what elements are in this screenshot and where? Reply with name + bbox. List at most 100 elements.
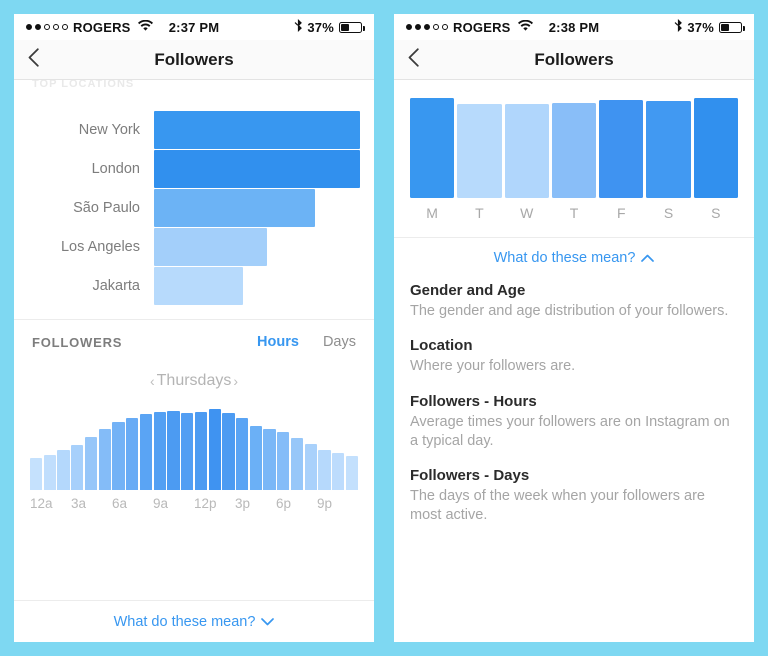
hour-bar xyxy=(290,437,304,490)
hours-tick: 6a xyxy=(112,496,128,511)
location-bar xyxy=(154,110,360,149)
glossary-definition: The gender and age distribution of your … xyxy=(410,303,729,319)
day-selector-label: Thursdays xyxy=(156,372,232,389)
day-selector: ‹ Thursdays › xyxy=(14,358,374,398)
day-bar xyxy=(693,98,738,198)
hour-bar xyxy=(345,455,359,490)
hour-bar xyxy=(126,418,139,490)
hour-bar xyxy=(249,425,262,490)
location-row[interactable]: London xyxy=(28,149,360,188)
location-bar-track xyxy=(154,110,360,149)
hour-bar xyxy=(43,455,56,490)
back-button[interactable] xyxy=(408,48,419,71)
hours-axis-labels: 12a 3a 6a 9a 12p 3p 6p 9p xyxy=(14,490,374,511)
location-label: Los Angeles xyxy=(60,238,140,255)
day-bar xyxy=(504,104,549,198)
location-bar-track xyxy=(154,227,360,266)
location-bar-track xyxy=(154,266,360,305)
what-do-these-mean-button[interactable]: What do these mean? xyxy=(394,238,754,278)
location-row[interactable]: New York xyxy=(28,110,360,149)
tab-days[interactable]: Days xyxy=(323,334,356,350)
followers-tabs: Hours Days xyxy=(257,334,356,350)
hour-bar xyxy=(318,449,331,490)
location-row[interactable]: São Paulo xyxy=(28,188,360,227)
status-right-group: 37% xyxy=(294,19,365,35)
wifi-icon xyxy=(517,19,533,35)
location-bar xyxy=(154,227,268,266)
wifi-icon xyxy=(137,19,153,35)
hour-bar xyxy=(332,453,345,490)
glossary-term: Followers - Days xyxy=(410,467,530,485)
hour-bar xyxy=(139,413,153,490)
glossary-term: Gender and Age xyxy=(410,282,526,299)
location-row[interactable]: Los Angeles xyxy=(28,227,360,266)
day-bar xyxy=(457,104,502,198)
day-bar xyxy=(410,98,455,198)
location-label: London xyxy=(91,160,140,177)
day-bar xyxy=(551,103,597,198)
hours-tick: 9p xyxy=(317,496,333,511)
carrier-label: ROGERS xyxy=(73,19,131,35)
signal-strength-icon xyxy=(26,24,68,30)
hour-bar xyxy=(30,457,43,490)
day-tick: W xyxy=(520,205,534,221)
location-bar xyxy=(154,149,360,188)
battery-percent-label: 37% xyxy=(307,19,334,35)
what-do-these-mean-button[interactable]: What do these mean? xyxy=(14,600,374,642)
screenshot-stage: ROGERS 2:37 PM 37% Followers TOP LOCATIO xyxy=(0,0,768,656)
battery-icon xyxy=(339,21,365,33)
glossary-item: Followers - Hours Average times your fol… xyxy=(410,393,738,452)
bluetooth-icon xyxy=(294,19,303,35)
hours-tick: 9a xyxy=(153,496,169,511)
hour-bar xyxy=(84,436,98,490)
status-left-group: ROGERS xyxy=(26,19,153,35)
hour-bar xyxy=(57,450,70,490)
location-bar xyxy=(154,266,243,305)
hours-tick: 3p xyxy=(235,496,251,511)
status-right-group: 37% xyxy=(674,19,745,35)
battery-percent-label: 37% xyxy=(687,19,714,35)
hours-tick: 12a xyxy=(30,496,53,511)
glossary-item: Location Where your followers are. xyxy=(410,337,738,376)
hour-bar xyxy=(112,421,125,490)
days-axis-labels: M T W T F S S xyxy=(410,198,738,221)
top-locations-chart: New York London São Paulo Los Angeles Ja… xyxy=(14,94,374,320)
day-tick: S xyxy=(663,205,674,221)
expander-label: What do these mean? xyxy=(493,250,636,266)
location-row[interactable]: Jakarta xyxy=(28,266,360,305)
hours-tick: 12p xyxy=(194,496,217,511)
top-locations-heading: TOP LOCATIONS xyxy=(32,80,135,90)
day-tick: T xyxy=(569,205,579,221)
left-nav-bar: Followers xyxy=(14,40,374,80)
followers-days-chart xyxy=(410,98,738,198)
day-tick: F xyxy=(616,205,626,221)
right-status-bar: ROGERS 2:38 PM 37% xyxy=(394,14,754,40)
carrier-label: ROGERS xyxy=(453,19,511,35)
tab-hours[interactable]: Hours xyxy=(257,334,299,350)
glossary-list: Gender and Age The gender and age distri… xyxy=(394,278,754,542)
battery-icon xyxy=(719,21,745,33)
followers-section-header: FOLLOWERS Hours Days xyxy=(14,320,374,358)
bluetooth-icon xyxy=(674,19,683,35)
location-label: New York xyxy=(78,121,140,138)
left-status-bar: ROGERS 2:37 PM 37% xyxy=(14,14,374,40)
hour-bar xyxy=(181,412,194,490)
chevron-left-icon[interactable]: ‹ xyxy=(150,373,155,389)
page-title: Followers xyxy=(154,49,234,69)
hour-bar xyxy=(167,410,180,490)
right-phone-screen: ROGERS 2:38 PM 37% Followers M T W T F S… xyxy=(394,14,754,642)
back-button[interactable] xyxy=(28,48,39,71)
hours-tick: 6p xyxy=(276,496,292,511)
glossary-definition: Where your followers are. xyxy=(410,358,576,375)
glossary-term: Followers - Hours xyxy=(410,392,537,410)
page-title: Followers xyxy=(534,49,614,69)
hour-bar xyxy=(71,444,84,490)
hour-bar xyxy=(236,418,249,490)
hour-bar xyxy=(208,409,221,490)
hours-tick: 3a xyxy=(71,496,87,511)
hour-bar xyxy=(98,429,111,490)
glossary-item: Gender and Age The gender and age distri… xyxy=(410,282,738,321)
glossary-definition: The days of the week when your followers… xyxy=(410,488,705,524)
section-title: FOLLOWERS xyxy=(32,334,123,350)
chevron-right-icon[interactable]: › xyxy=(233,373,238,389)
